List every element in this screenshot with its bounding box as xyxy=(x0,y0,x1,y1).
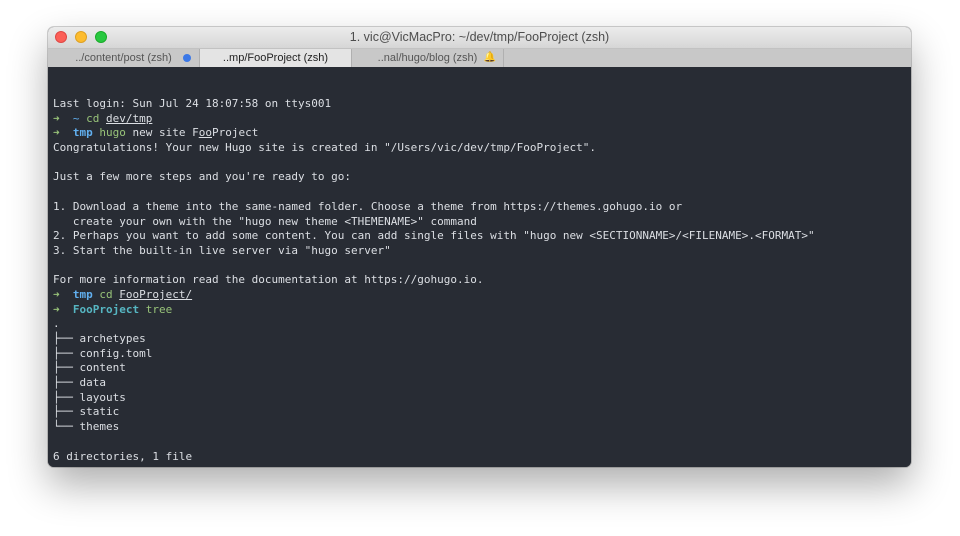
tab-content-post[interactable]: ../content/post (zsh) xyxy=(48,49,200,67)
prompt-line: ➜ tmp cd FooProject/ xyxy=(53,288,911,303)
command: tree xyxy=(145,302,173,316)
output-line: Congratulations! Your new Hugo site is c… xyxy=(53,141,597,155)
bell-icon: 🔔 xyxy=(483,52,496,63)
window-title: 1. vic@VicMacPro: ~/dev/tmp/FooProject (… xyxy=(349,30,610,44)
tree-root: . xyxy=(53,317,60,331)
activity-dot-icon xyxy=(183,54,191,62)
tree-entry: ├── layouts xyxy=(53,390,126,404)
output-line: 2. Perhaps you want to add some content.… xyxy=(53,229,815,243)
tab-label: ..mp/FooProject (zsh) xyxy=(222,52,329,64)
prompt-arrow-icon: ➜ xyxy=(53,302,60,316)
output-line: 3. Start the built-in live server via "h… xyxy=(53,243,391,257)
tree-summary: 6 directories, 1 file xyxy=(53,449,193,463)
prompt-line: ➜ tmp hugo new site FooProject xyxy=(53,126,911,141)
login-line: Last login: Sun Jul 24 18:07:58 on ttys0… xyxy=(53,97,332,110)
tab-label: ..nal/hugo/blog (zsh) xyxy=(377,52,478,64)
output-line: 1. Download a theme into the same-named … xyxy=(53,199,683,213)
command-arg: FooProject/ xyxy=(119,287,193,301)
prompt-arrow-icon: ➜ xyxy=(53,126,60,140)
command-args-underlined: oo xyxy=(198,126,212,140)
terminal-output[interactable]: Last login: Sun Jul 24 18:07:58 on ttys0… xyxy=(48,67,911,467)
command: cd xyxy=(86,111,100,125)
tree-entry: ├── data xyxy=(53,376,106,390)
prompt-cwd: tmp xyxy=(72,126,93,140)
tree-entry: ├── config.toml xyxy=(53,346,153,360)
command: hugo xyxy=(99,126,126,140)
terminal-window: 1. vic@VicMacPro: ~/dev/tmp/FooProject (… xyxy=(48,27,911,467)
prompt-cwd: FooProject xyxy=(72,302,140,316)
tab-bar: ../content/post (zsh) ..mp/FooProject (z… xyxy=(48,49,911,68)
tree-entry: ├── content xyxy=(53,361,126,375)
output-line: For more information read the documentat… xyxy=(53,273,484,287)
tab-fooproject[interactable]: ..mp/FooProject (zsh) xyxy=(200,49,352,67)
output-line: create your own with the "hugo new theme… xyxy=(53,214,477,228)
prompt-cwd: ~ xyxy=(72,111,80,125)
command-arg: dev/tmp xyxy=(106,111,153,125)
tab-hugo-blog[interactable]: ..nal/hugo/blog (zsh) 🔔 xyxy=(352,49,504,67)
command: cd xyxy=(99,287,113,301)
title-bar[interactable]: 1. vic@VicMacPro: ~/dev/tmp/FooProject (… xyxy=(48,27,911,49)
command-args: new site F xyxy=(125,126,199,140)
prompt-arrow-icon: ➜ xyxy=(53,111,60,125)
tab-label: ../content/post (zsh) xyxy=(75,52,172,64)
prompt-arrow-icon: ➜ xyxy=(53,287,60,301)
command-args-rest: Project xyxy=(211,126,259,140)
tree-entry: └── themes xyxy=(53,420,120,434)
tree-entry: ├── static xyxy=(53,405,120,419)
tree-entry: ├── archetypes xyxy=(53,332,146,345)
prompt-line: ➜ FooProject tree xyxy=(53,303,911,318)
output-line: Just a few more steps and you're ready t… xyxy=(53,170,352,184)
prompt-cwd: tmp xyxy=(72,287,93,301)
prompt-line: ➜ ~ cd dev/tmp xyxy=(53,112,911,127)
